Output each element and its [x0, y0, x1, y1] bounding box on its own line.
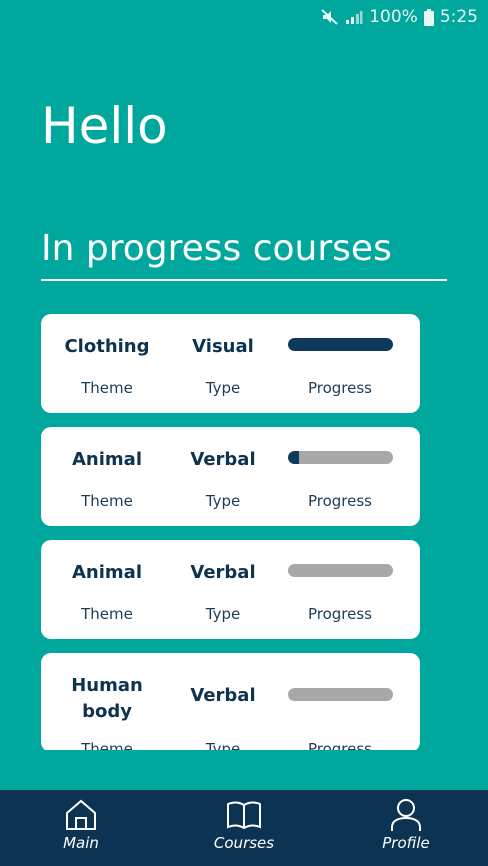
nav-courses[interactable]: Courses — [199, 798, 289, 852]
book-icon — [199, 798, 289, 832]
theme-value: Human body — [71, 675, 143, 722]
progress-label: Progress — [307, 379, 372, 397]
nav-courses-label: Courses — [213, 834, 275, 852]
nav-main-label: Main — [63, 834, 99, 852]
theme-label: Theme — [81, 492, 133, 510]
status-bar: 100% 5:25 — [0, 0, 488, 34]
progress-fill — [288, 338, 393, 351]
theme-label: Theme — [81, 740, 133, 750]
type-value: Visual — [192, 336, 254, 357]
signal-icon — [345, 9, 363, 25]
progress-bar — [288, 688, 393, 701]
mute-icon — [321, 9, 339, 25]
course-card[interactable]: Animal Theme Verbal Type Progress — [41, 427, 420, 526]
theme-label: Theme — [81, 605, 133, 623]
section-divider — [41, 279, 447, 281]
home-icon — [36, 798, 126, 832]
nav-main[interactable]: Main — [36, 798, 126, 852]
user-icon — [361, 798, 451, 832]
type-label: Type — [205, 605, 241, 623]
theme-value: Animal — [72, 562, 142, 583]
type-label: Type — [205, 492, 241, 510]
theme-value: Clothing — [64, 336, 150, 357]
theme-value: Animal — [72, 449, 142, 470]
progress-label: Progress — [307, 740, 372, 750]
type-value: Verbal — [190, 685, 256, 706]
progress-bar — [288, 338, 393, 351]
theme-label: Theme — [81, 379, 133, 397]
greeting-title: Hello — [41, 97, 168, 155]
type-label: Type — [205, 740, 241, 750]
bottom-nav: Main Courses Profile — [0, 790, 488, 866]
progress-bar — [288, 564, 393, 577]
clock: 5:25 — [439, 7, 478, 27]
course-card[interactable]: Clothing Theme Visual Type Progress — [41, 314, 420, 413]
nav-profile-label: Profile — [382, 834, 430, 852]
course-list[interactable]: Clothing Theme Visual Type Progress Anim… — [41, 314, 420, 750]
progress-fill — [288, 451, 299, 464]
type-label: Type — [205, 379, 241, 397]
course-card[interactable]: Animal Theme Verbal Type Progress — [41, 540, 420, 639]
battery-percent: 100% — [369, 7, 418, 27]
section-title: In progress courses — [41, 228, 392, 269]
type-value: Verbal — [190, 449, 256, 470]
type-value: Verbal — [190, 562, 256, 583]
progress-label: Progress — [307, 605, 372, 623]
progress-bar — [288, 451, 393, 464]
course-card[interactable]: Human body Theme Verbal Type Progress — [41, 653, 420, 750]
battery-icon — [423, 8, 434, 26]
nav-profile[interactable]: Profile — [361, 798, 451, 852]
progress-label: Progress — [307, 492, 372, 510]
